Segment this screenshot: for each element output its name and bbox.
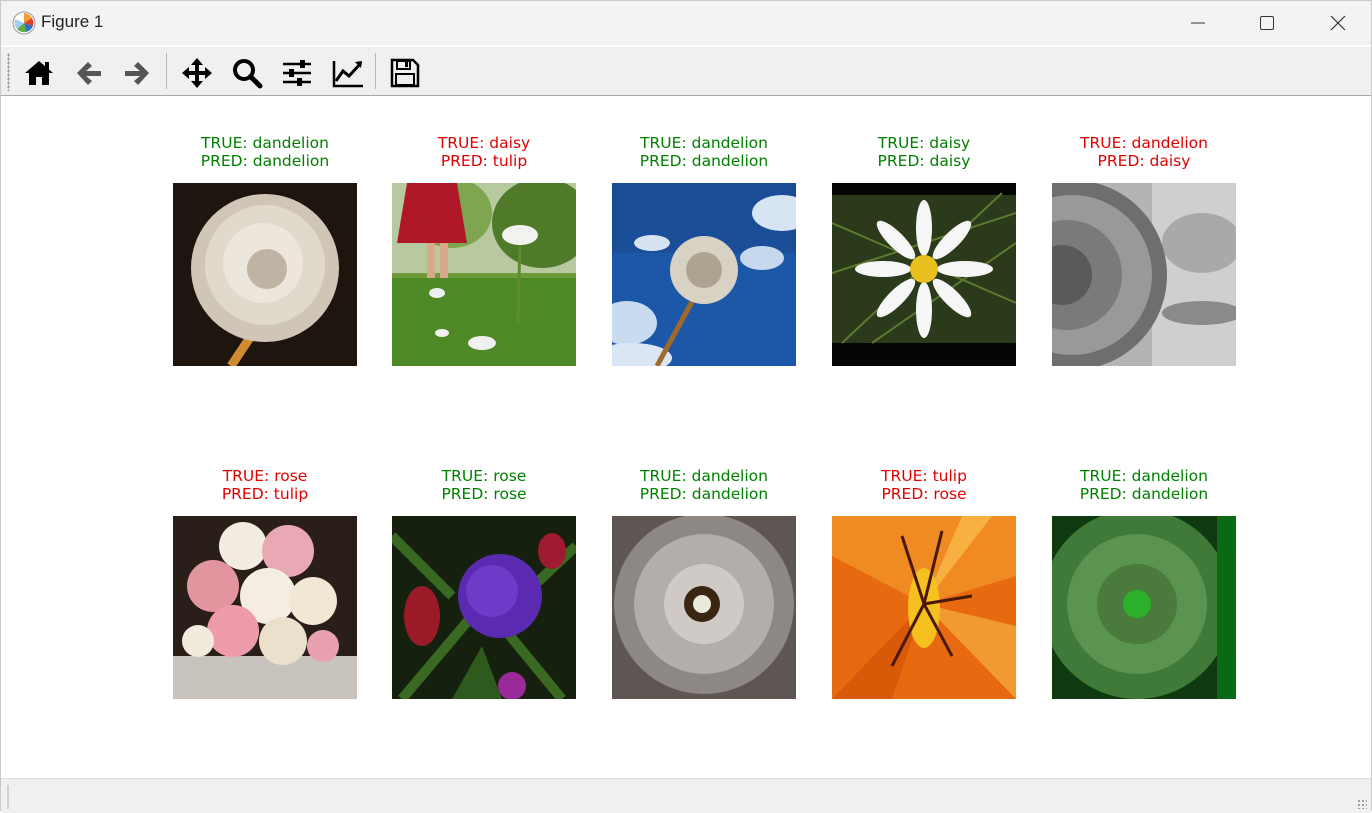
toolbar-grip[interactable]: [7, 53, 10, 91]
flower-image: [612, 183, 796, 366]
arrow-left-icon: [77, 62, 101, 85]
flower-image: [392, 183, 576, 366]
magnifier-icon: [233, 59, 263, 89]
true-label: TRUE: daisy: [437, 134, 531, 152]
pred-label: PRED: dandelion: [1079, 485, 1209, 503]
figure-window: Figure 1 TRUE: dandelion PRED: dandelion…: [0, 0, 1372, 813]
configure-subplots-button[interactable]: [277, 53, 317, 93]
pred-label: PRED: rose: [441, 485, 527, 503]
edit-axes-button[interactable]: [327, 53, 367, 93]
pred-label: PRED: dandelion: [639, 485, 769, 503]
true-label: TRUE: dandelion: [1080, 467, 1208, 485]
true-label: TRUE: dandelion: [640, 467, 768, 485]
toolbar-separator: [375, 53, 376, 89]
flower-image: [392, 516, 576, 699]
home-icon: [25, 61, 53, 85]
pred-label: PRED: dandelion: [200, 152, 330, 170]
figure-canvas[interactable]: TRUE: dandelion PRED: dandelion TRUE: da…: [1, 97, 1371, 778]
maximize-icon: [1260, 16, 1274, 30]
home-button[interactable]: [19, 53, 59, 93]
true-label: TRUE: dandelion: [1080, 134, 1208, 152]
back-button[interactable]: [69, 53, 109, 93]
minimize-icon: [1191, 22, 1205, 24]
true-label: TRUE: dandelion: [201, 134, 329, 152]
true-label: TRUE: dandelion: [640, 134, 768, 152]
pred-label: PRED: tulip: [440, 152, 528, 170]
floppy-disk-icon: [390, 58, 420, 88]
toolbar-separator: [166, 53, 167, 89]
true-label: TRUE: rose: [441, 467, 527, 485]
matplotlib-logo-icon: [12, 11, 36, 35]
pred-label: PRED: dandelion: [639, 152, 769, 170]
maximize-button[interactable]: [1232, 1, 1302, 45]
sliders-icon: [283, 60, 311, 86]
arrow-right-icon: [125, 62, 149, 85]
flower-image: [832, 183, 1016, 366]
flower-image: [612, 516, 796, 699]
flower-image: [1052, 183, 1236, 366]
status-grip: [7, 785, 9, 809]
pred-label: PRED: daisy: [877, 152, 971, 170]
status-bar: [1, 778, 1371, 813]
true-label: TRUE: daisy: [877, 134, 971, 152]
pred-label: PRED: daisy: [1097, 152, 1191, 170]
move-arrows-icon: [182, 58, 212, 88]
flower-image: [832, 516, 1016, 699]
title-bar: Figure 1: [1, 1, 1371, 45]
true-label: TRUE: tulip: [881, 467, 967, 485]
pred-label: PRED: tulip: [221, 485, 309, 503]
navigation-toolbar: [1, 47, 1371, 96]
close-button[interactable]: [1303, 1, 1372, 45]
minimize-button[interactable]: [1163, 1, 1233, 45]
true-label: TRUE: rose: [222, 467, 308, 485]
resize-grip-icon[interactable]: [1357, 799, 1367, 809]
zoom-button[interactable]: [227, 53, 267, 93]
close-icon: [1330, 15, 1346, 31]
flower-image: [173, 516, 357, 699]
save-button[interactable]: [385, 53, 425, 93]
flower-image: [1052, 516, 1236, 699]
forward-button[interactable]: [117, 53, 157, 93]
window-title: Figure 1: [41, 12, 104, 31]
flower-image: [173, 183, 357, 366]
pan-button[interactable]: [177, 53, 217, 93]
pred-label: PRED: rose: [881, 485, 967, 503]
line-chart-icon: [332, 61, 363, 88]
